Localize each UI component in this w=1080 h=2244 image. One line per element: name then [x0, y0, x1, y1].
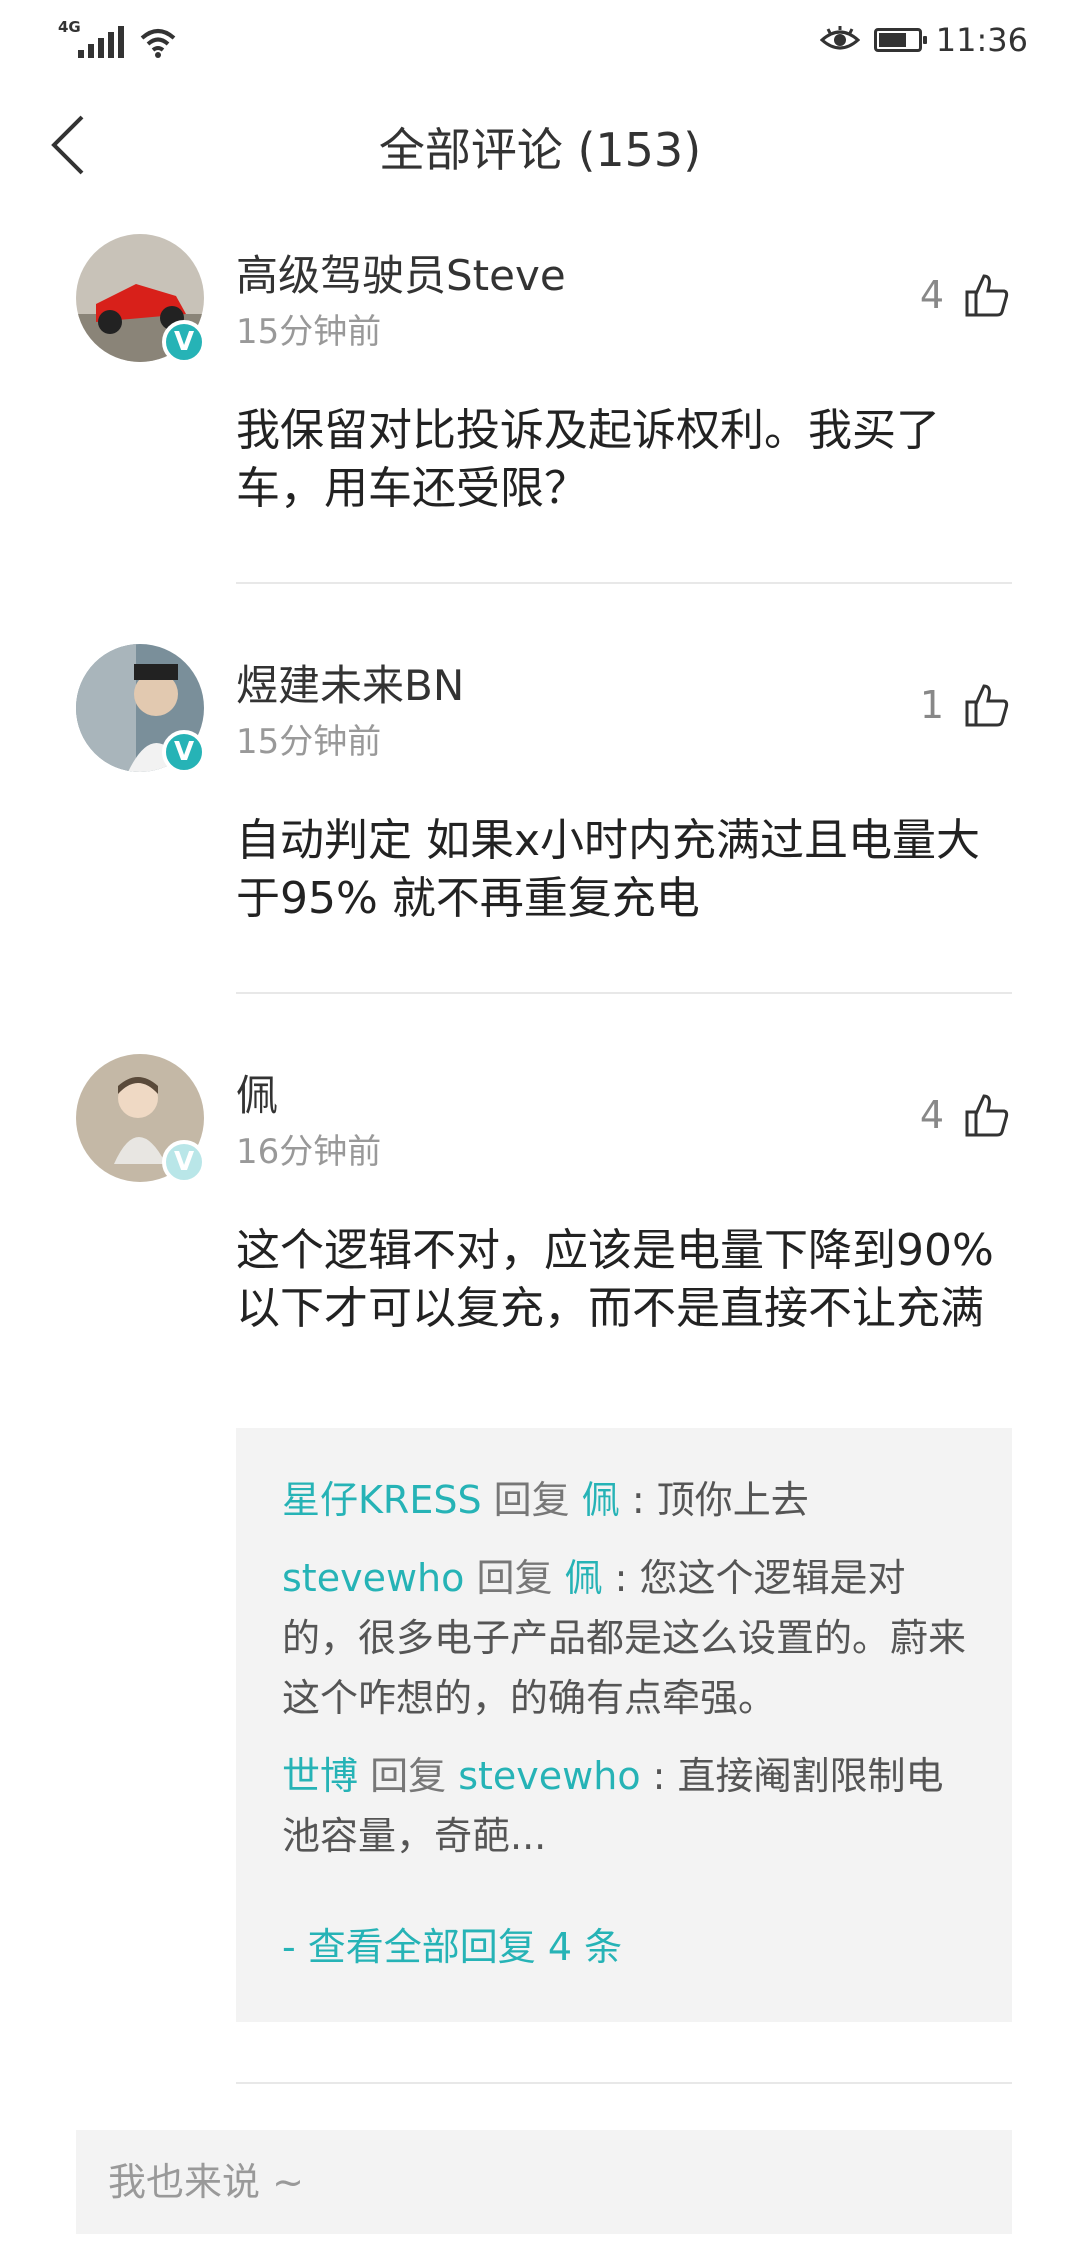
reply-box: 星仔KRESS 回复 佩 : 顶你上去 stevewho 回复 佩 : 您这个逻… [236, 1428, 1012, 2022]
eye-comfort-icon [819, 26, 860, 50]
thumbs-up-icon [965, 274, 1009, 317]
signal-icon [78, 26, 124, 58]
status-bar: 4G 11:36 [0, 0, 1080, 82]
thumbs-up-icon [965, 1094, 1009, 1137]
view-all-replies-link[interactable]: - 查看全部回复 4 条 [282, 1916, 622, 1971]
comment-author[interactable]: 佩 [236, 1062, 278, 1123]
reply-text: : 顶你上去 [631, 1478, 809, 1522]
comment-text: 这个逻辑不对，应该是电量下降到90%以下才可以复充，而不是直接不让充满 [236, 1225, 994, 1334]
verified-badge-icon: V [162, 320, 206, 364]
verified-badge-icon: V [162, 730, 206, 774]
comment-author[interactable]: 高级驾驶员Steve [236, 242, 566, 303]
status-right: 11:36 [819, 20, 1028, 60]
divider [236, 2082, 1012, 2084]
divider [236, 582, 1012, 584]
comment-author[interactable]: 煜建未来BN [236, 652, 464, 713]
reply-from[interactable]: 世博 [282, 1754, 358, 1798]
battery-level [878, 33, 906, 47]
comment-time: 15分钟前 [236, 722, 382, 762]
avatar[interactable]: V [76, 234, 206, 364]
comment-input-bar[interactable] [76, 2130, 1012, 2234]
avatar[interactable]: V [76, 644, 206, 774]
battery-icon [873, 28, 927, 52]
verified-badge-icon: V [162, 1140, 206, 1184]
reply-verb: 回复 [476, 1556, 553, 1600]
divider [236, 992, 1012, 994]
comment-time: 16分钟前 [236, 1132, 382, 1172]
header: 全部评论 (153) [0, 100, 1080, 190]
like-button[interactable]: 4 [920, 1092, 1010, 1138]
reply-to[interactable]: 佩 [582, 1478, 620, 1522]
like-count: 4 [919, 273, 944, 317]
reply-item[interactable]: 世博 回复 stevewho : 直接阉割限制电池容量，奇葩... [282, 1746, 972, 1866]
thumbs-up-icon [965, 684, 1009, 727]
reply-from[interactable]: 星仔KRESS [282, 1478, 482, 1522]
comment-time: 15分钟前 [236, 312, 382, 352]
reply-item[interactable]: 星仔KRESS 回复 佩 : 顶你上去 [282, 1470, 972, 1530]
network-type: 4G [58, 18, 81, 36]
reply-from[interactable]: stevewho [282, 1556, 464, 1600]
reply-item[interactable]: stevewho 回复 佩 : 您这个逻辑是对的，很多电子产品都是这么设置的。蔚… [282, 1548, 972, 1728]
comment-text: 我保留对比投诉及起诉权利。我买了车，用车还受限？ [236, 405, 940, 514]
avatar[interactable]: V [76, 1054, 206, 1184]
like-button[interactable]: 1 [920, 682, 1010, 728]
like-count: 4 [919, 1093, 944, 1137]
comment-input[interactable] [76, 2130, 1012, 2234]
reply-verb: 回复 [370, 1754, 447, 1798]
comment-text: 自动判定 如果x小时内充满过且电量大于95% 就不再重复充电 [236, 815, 981, 924]
status-time: 11:36 [935, 21, 1028, 59]
like-count: 1 [919, 683, 944, 727]
page-title: 全部评论 (153) [378, 123, 702, 177]
like-button[interactable]: 4 [920, 272, 1010, 318]
reply-to[interactable]: 佩 [565, 1556, 603, 1600]
status-left: 4G [58, 18, 176, 58]
reply-verb: 回复 [493, 1478, 570, 1522]
reply-to[interactable]: stevewho [458, 1754, 640, 1798]
wifi-icon [140, 29, 176, 58]
